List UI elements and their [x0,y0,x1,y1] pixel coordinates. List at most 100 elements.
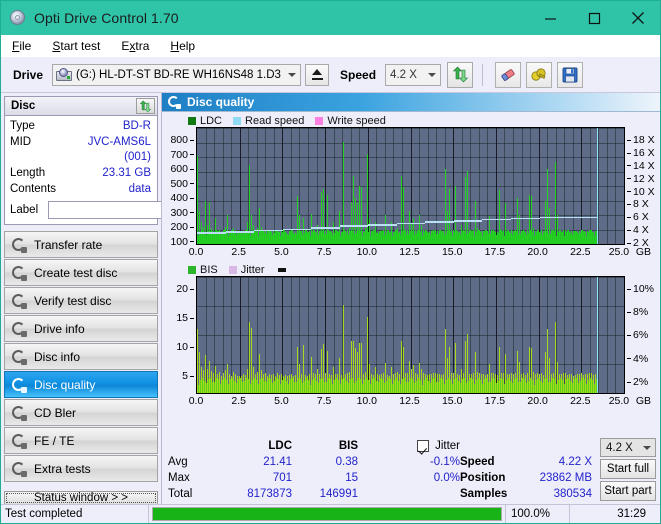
x-tick-label: 12.5 [399,395,420,407]
sidebar-item-drive-info[interactable]: Drive info [4,315,158,342]
read-speed-line [254,229,283,232]
erase-button[interactable] [495,61,522,88]
x-tick-label: 15.0 [441,246,463,258]
grid-line [478,128,480,244]
disc-quality-icon [11,377,27,393]
title-bar: Opti Drive Control 1.70 [1,1,660,35]
chevron-down-icon[interactable] [423,65,440,85]
read-speed-line [368,224,397,226]
y2-tick-label: 10% [627,283,654,295]
grid-line [256,128,258,244]
minimize-button[interactable] [528,1,572,35]
chevron-down-icon[interactable] [283,65,300,85]
speed-value: 4.22 X [558,456,592,468]
stats-header-row: LDC BIS [168,438,368,454]
sidebar-item-label: Disc quality [34,377,96,392]
disc-row-contents: Contents data [10,182,152,197]
disc-mid-value: JVC-AMS6L (001) [87,136,151,163]
chevron-down-icon[interactable] [643,445,651,450]
menu-extra[interactable]: Extra [119,38,151,54]
grid-line [512,128,514,244]
sidebar-item-disc-info[interactable]: Disc info [4,343,158,370]
measurement-values: 4.22 X 23862 MB 380534 [518,438,596,502]
sidebar-item-label: Create test disc [34,265,118,280]
legend-label-bis: BIS [200,263,218,276]
menu-start-test-rest: tart test [60,38,101,53]
sidebar-item-transfer-rate[interactable]: Transfer rate [4,231,158,258]
refresh-icon [452,66,468,83]
toolbar-separator [482,63,484,86]
sidebar-item-create-test-disc[interactable]: Create test disc [4,259,158,286]
x-tick-label: 20.0 [527,246,548,258]
stats-avg-ldc: 21.41 [263,456,292,468]
maximize-button[interactable] [572,1,616,35]
drive-select[interactable]: (G:) HL-DT-ST BD-RE WH16NS48 1.D3 [52,63,302,86]
sidebar-item-label: Disc info [34,349,81,364]
grid-line [598,277,600,393]
disc-row-type: Type BD-R [10,119,152,134]
sidebar-item-fe-te[interactable]: FE / TE [4,427,158,454]
jitter-column: Jitter -0.1% 0.0% [368,438,460,502]
app-disc-icon [9,9,27,27]
nav-list: Transfer rate Create test disc Verify te… [4,231,158,483]
menu-extra-rest: tra [135,38,150,53]
start-full-button[interactable]: Start full [600,459,656,479]
x-tick-label: 12.5 [399,246,420,258]
ldc-plot [196,127,625,245]
disc-refresh-button[interactable] [136,98,155,114]
progress-percent: 100.0% [506,505,570,523]
disc-extra-icon [11,461,27,477]
jitter-checkbox[interactable] [417,440,430,452]
x-tick-label: 22.5 [570,395,591,407]
ldc-y-axis-left: 100 200 300 400 500 600 700 800 [166,127,196,248]
read-speed-line [339,225,369,227]
jitter-avg-value: -0.1% [429,456,460,468]
y2-tick-label: 18 X [627,134,655,146]
legend-swatch-read-speed [233,116,242,125]
read-speed-line [539,216,569,219]
refresh-button[interactable] [447,61,474,88]
ldc-chart: LDC Read speed Write speed 100 200 300 400 5… [166,114,658,260]
jitter-max-row: 0.0% [368,470,460,486]
settings-button[interactable] [526,61,553,88]
x-tick-label: 0.0 [188,395,204,407]
eraser-icon [501,68,515,81]
sidebar-item-label: Extra tests [34,461,91,476]
disc-check-icon [11,293,27,309]
jitter-label: Jitter [435,440,460,452]
x-tick-label: 25.0 [608,395,630,407]
start-part-button[interactable]: Start part [600,481,656,501]
bis-plot [196,276,625,394]
sidebar-item-extra-tests[interactable]: Extra tests [4,455,158,482]
elapsed-time: 31:29 [617,508,646,520]
sidebar-item-cd-bler[interactable]: CD Bler [4,399,158,426]
x-tick-label: 2.5 [231,395,246,407]
grid-line [495,128,497,244]
speed-select[interactable]: 4.2 X [385,63,442,86]
sidebar-item-disc-quality[interactable]: Disc quality [4,371,158,398]
grid-line [615,128,617,244]
disc-label-caption: Label [10,204,39,216]
stats-table: LDC BIS Avg 21.41 0.38 Max 701 15 Total … [168,438,368,502]
status-window-button[interactable]: Status window > > [4,491,158,505]
drive-select-value: (G:) HL-DT-ST BD-RE WH16NS48 1.D3 [76,68,281,81]
menu-start-test[interactable]: Start test [50,38,102,54]
drive-toolbar: Drive (G:) HL-DT-ST BD-RE WH16NS48 1.D3 … [1,57,660,93]
test-speed-select[interactable]: 4.2 X [600,438,656,457]
save-button[interactable] [557,61,584,88]
close-button[interactable] [616,1,660,35]
legend-swatch-bis [188,265,196,274]
sidebar-item-verify-test-disc[interactable]: Verify test disc [4,287,158,314]
eject-button[interactable] [305,63,330,86]
x-tick-label: 7.5 [316,246,332,258]
menu-help[interactable]: Help [168,38,197,54]
disc-length-label: Length [10,167,46,179]
disc-type-label: Type [10,120,35,132]
jitter-max-value: 0.0% [433,472,460,484]
menu-file[interactable]: File [10,38,33,54]
disc-mid-label: MID [10,136,32,148]
disc-quality-icon [168,95,181,109]
stats-total-bis: 146991 [319,488,358,500]
read-speed-line [311,227,340,229]
